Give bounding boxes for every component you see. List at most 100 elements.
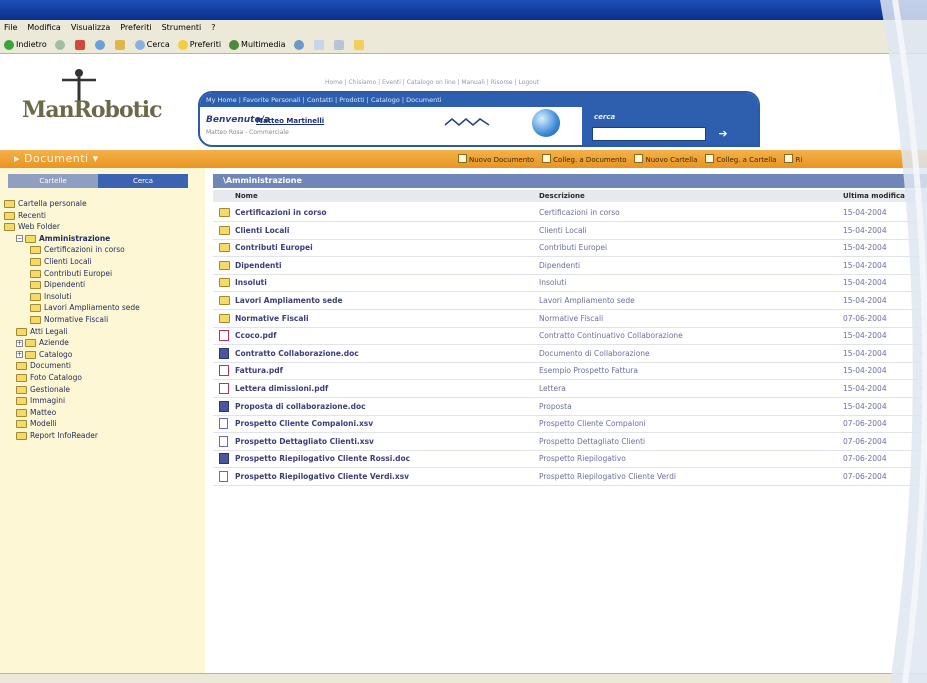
pdf-file-icon (219, 330, 229, 342)
new-folder-action[interactable]: Nuovo Cartella (634, 154, 697, 164)
sidebar-item[interactable]: Cartella personale (4, 198, 87, 210)
row-name-link[interactable]: Contratto Collaborazione.doc (235, 345, 359, 362)
forward-button[interactable] (54, 39, 67, 50)
sidebar-item[interactable]: Gestionale (16, 384, 70, 396)
sidebar-item-label: Certificazioni in corso (44, 245, 125, 255)
row-name-link[interactable]: Lettera dimissioni.pdf (235, 380, 328, 397)
sidebar-item[interactable]: Immagini (16, 395, 65, 407)
search-go-arrow-icon[interactable]: ➔ (716, 127, 730, 141)
browser-window: File Modifica Visualizza Preferiti Strum… (0, 0, 927, 683)
sidebar-item[interactable]: Documenti (16, 360, 71, 372)
row-name-link[interactable]: Insoluti (235, 274, 267, 291)
folder-icon (16, 362, 27, 371)
row-name-link[interactable]: Prospetto Riepilogativo Cliente Verdi.xs… (235, 468, 409, 485)
row-name-link[interactable]: Prospetto Riepilogativo Cliente Rossi.do… (235, 450, 410, 467)
sidebar-item[interactable]: Clienti Locali (30, 256, 92, 268)
sidebar-item[interactable]: Insoluti (30, 291, 71, 303)
sidebar-item[interactable]: Foto Catalogo (16, 372, 82, 384)
new-document-action[interactable]: Nuovo Documento (458, 154, 534, 164)
folder-icon (4, 223, 15, 232)
folder-icon (30, 316, 41, 324)
sidebar-item-label: Aziende (39, 338, 69, 348)
folder-sidebar: Cartelle Cerca Cartella personale Recenti… (0, 168, 206, 683)
sidebar-item[interactable]: Normative Fiscali (30, 314, 108, 326)
sidebar-item[interactable]: Certificazioni in corso (30, 244, 125, 256)
nav-links[interactable]: My Home | Favorite Personali | Contatti … (200, 93, 758, 107)
sidebar-item[interactable]: Modelli (16, 418, 57, 430)
column-name[interactable]: Nome (235, 190, 258, 202)
sidebar-item[interactable]: Report InfoReader (16, 430, 98, 442)
sidebar-item-label: Insoluti (44, 291, 72, 301)
link-folder-action[interactable]: Colleg. a Cartella (705, 154, 776, 164)
home-button[interactable] (114, 39, 127, 50)
sidebar-item[interactable]: − Amministrazione (16, 233, 110, 245)
row-name-link[interactable]: Normative Fiscali (235, 310, 309, 327)
multimedia-button[interactable]: Multimedia (229, 36, 286, 54)
refresh-button[interactable] (94, 39, 107, 50)
menu-strumenti[interactable]: Strumenti (162, 20, 202, 36)
folder-icon (16, 327, 27, 336)
row-name-link[interactable]: Fattura.pdf (235, 362, 283, 379)
more-action[interactable]: Ri (784, 154, 802, 164)
expand-toggle-icon[interactable]: + (16, 339, 23, 347)
row-name-link[interactable]: Ccoco.pdf (235, 327, 277, 344)
expand-toggle-icon[interactable]: + (16, 351, 23, 359)
sidebar-item[interactable]: Atti Legali (16, 326, 68, 338)
user-link[interactable]: Matteo Martinelli (256, 117, 324, 125)
link-document-action[interactable]: Colleg. a Documento (542, 154, 626, 164)
sidebar-item[interactable]: Contributi Europei (30, 268, 112, 280)
menu-visualizza[interactable]: Visualizza (71, 20, 110, 36)
window-title-bar (0, 0, 927, 20)
collapse-toggle-icon[interactable]: − (16, 235, 23, 243)
menu-file[interactable]: File (4, 20, 17, 36)
search-input[interactable] (592, 127, 706, 141)
column-description[interactable]: Descrizione (539, 190, 585, 202)
row-name-link[interactable]: Certificazioni in corso (235, 204, 327, 221)
menu-help[interactable]: ? (211, 20, 215, 36)
section-title[interactable]: ▸ Documenti ▾ (14, 152, 99, 165)
sidebar-tabs: Cartelle Cerca (8, 174, 188, 188)
row-description: Prospetto Cliente Compaloni (539, 419, 646, 429)
folder-icon (219, 243, 230, 253)
logo-text: ManRobotic (22, 97, 163, 123)
row-name-link[interactable]: Contributi Europei (235, 239, 313, 256)
row-name-link[interactable]: Dipendenti (235, 257, 282, 274)
sidebar-item[interactable]: + Aziende (16, 337, 69, 349)
top-links[interactable]: Home | Chisiamo | Eventi | Catalogo on l… (325, 79, 539, 86)
sidebar-item-label: Report InfoReader (30, 431, 98, 440)
sidebar-item[interactable]: Lavori Ampliamento sede (30, 302, 140, 314)
tab-cerca[interactable]: Cerca (98, 174, 188, 188)
folder-button[interactable] (353, 39, 366, 50)
pdf-file-icon (219, 365, 229, 377)
folder-icon (353, 39, 364, 50)
row-name-link[interactable]: Prospetto Dettagliato Clienti.xsv (235, 433, 374, 450)
row-name-link[interactable]: Clienti Locali (235, 222, 289, 239)
history-button[interactable] (293, 39, 306, 50)
row-name-link[interactable]: Prospetto Cliente Compaloni.xsv (235, 415, 373, 432)
sidebar-item[interactable]: Matteo (16, 407, 56, 419)
row-name-link[interactable]: Proposta di collaborazione.doc (235, 398, 366, 415)
menu-preferiti[interactable]: Preferiti (120, 20, 151, 36)
folder-icon (30, 292, 41, 301)
spreadsheet-file-icon (219, 435, 228, 447)
folder-icon (16, 420, 27, 429)
sidebar-item[interactable]: + Catalogo (16, 349, 72, 361)
print-button[interactable] (333, 39, 346, 50)
mail-button[interactable] (313, 39, 326, 50)
back-button[interactable]: Indietro (4, 36, 47, 54)
folder-icon (4, 211, 15, 220)
folder-icon (219, 296, 230, 305)
tab-cartelle[interactable]: Cartelle (8, 174, 98, 188)
status-bar (0, 673, 927, 683)
word-file-icon (219, 453, 229, 465)
sidebar-item[interactable]: Dipendenti (30, 279, 85, 291)
manrobotic-logo[interactable]: ManRobotic (22, 69, 182, 129)
sidebar-item[interactable]: Web Folder (4, 221, 60, 233)
menu-modifica[interactable]: Modifica (27, 20, 60, 36)
sidebar-item[interactable]: Recenti (4, 210, 46, 222)
search-button[interactable]: Cerca (134, 36, 170, 54)
stop-button[interactable] (74, 39, 87, 50)
row-name-link[interactable]: Lavori Ampliamento sede (235, 292, 343, 309)
spreadsheet-file-icon (219, 418, 228, 430)
favorites-button[interactable]: Preferiti (177, 36, 221, 54)
